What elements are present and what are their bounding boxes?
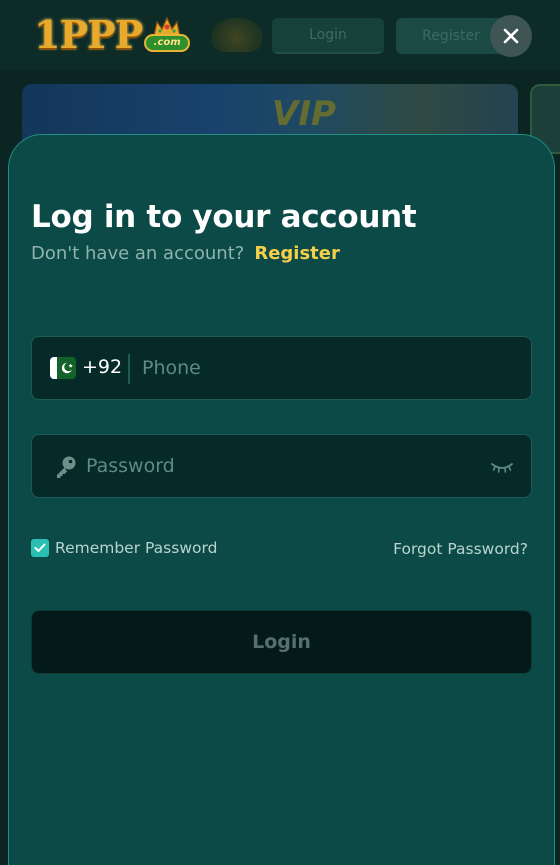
modal-title: Log in to your account — [31, 199, 417, 235]
eye-closed-icon[interactable] — [490, 459, 514, 475]
banner-vip-text: VIP — [272, 94, 336, 134]
site-logo: 1PPP .com — [34, 12, 191, 57]
remember-checkbox[interactable] — [31, 539, 49, 557]
logo-text: 1PPP — [34, 12, 143, 57]
check-icon — [34, 543, 46, 552]
field-divider — [128, 354, 130, 384]
password-field — [31, 434, 532, 498]
header-login-button: Login — [272, 18, 384, 54]
password-input[interactable] — [86, 435, 486, 497]
register-link[interactable]: Register — [254, 243, 340, 264]
key-icon — [57, 456, 76, 478]
login-button[interactable]: Login — [31, 610, 532, 674]
logo-emblem: .com — [144, 16, 191, 56]
register-prompt: Don't have an account? Register — [31, 243, 340, 264]
country-code[interactable]: +92 — [82, 356, 122, 378]
close-button[interactable] — [490, 15, 532, 57]
pakistan-flag-icon — [50, 357, 76, 379]
background-mascot — [212, 18, 262, 52]
phone-input[interactable] — [142, 337, 522, 399]
forgot-password-link[interactable]: Forgot Password? — [393, 540, 528, 558]
remember-label: Remember Password — [55, 539, 218, 557]
login-modal: Log in to your account Don't have an acc… — [8, 134, 555, 865]
remember-password-toggle[interactable]: Remember Password — [31, 539, 217, 557]
close-icon — [503, 28, 519, 44]
phone-field: +92 — [31, 336, 532, 400]
logo-suffix: .com — [144, 34, 191, 52]
background-header: 1PPP .com Login Register — [0, 0, 560, 70]
no-account-text: Don't have an account? — [31, 243, 245, 264]
